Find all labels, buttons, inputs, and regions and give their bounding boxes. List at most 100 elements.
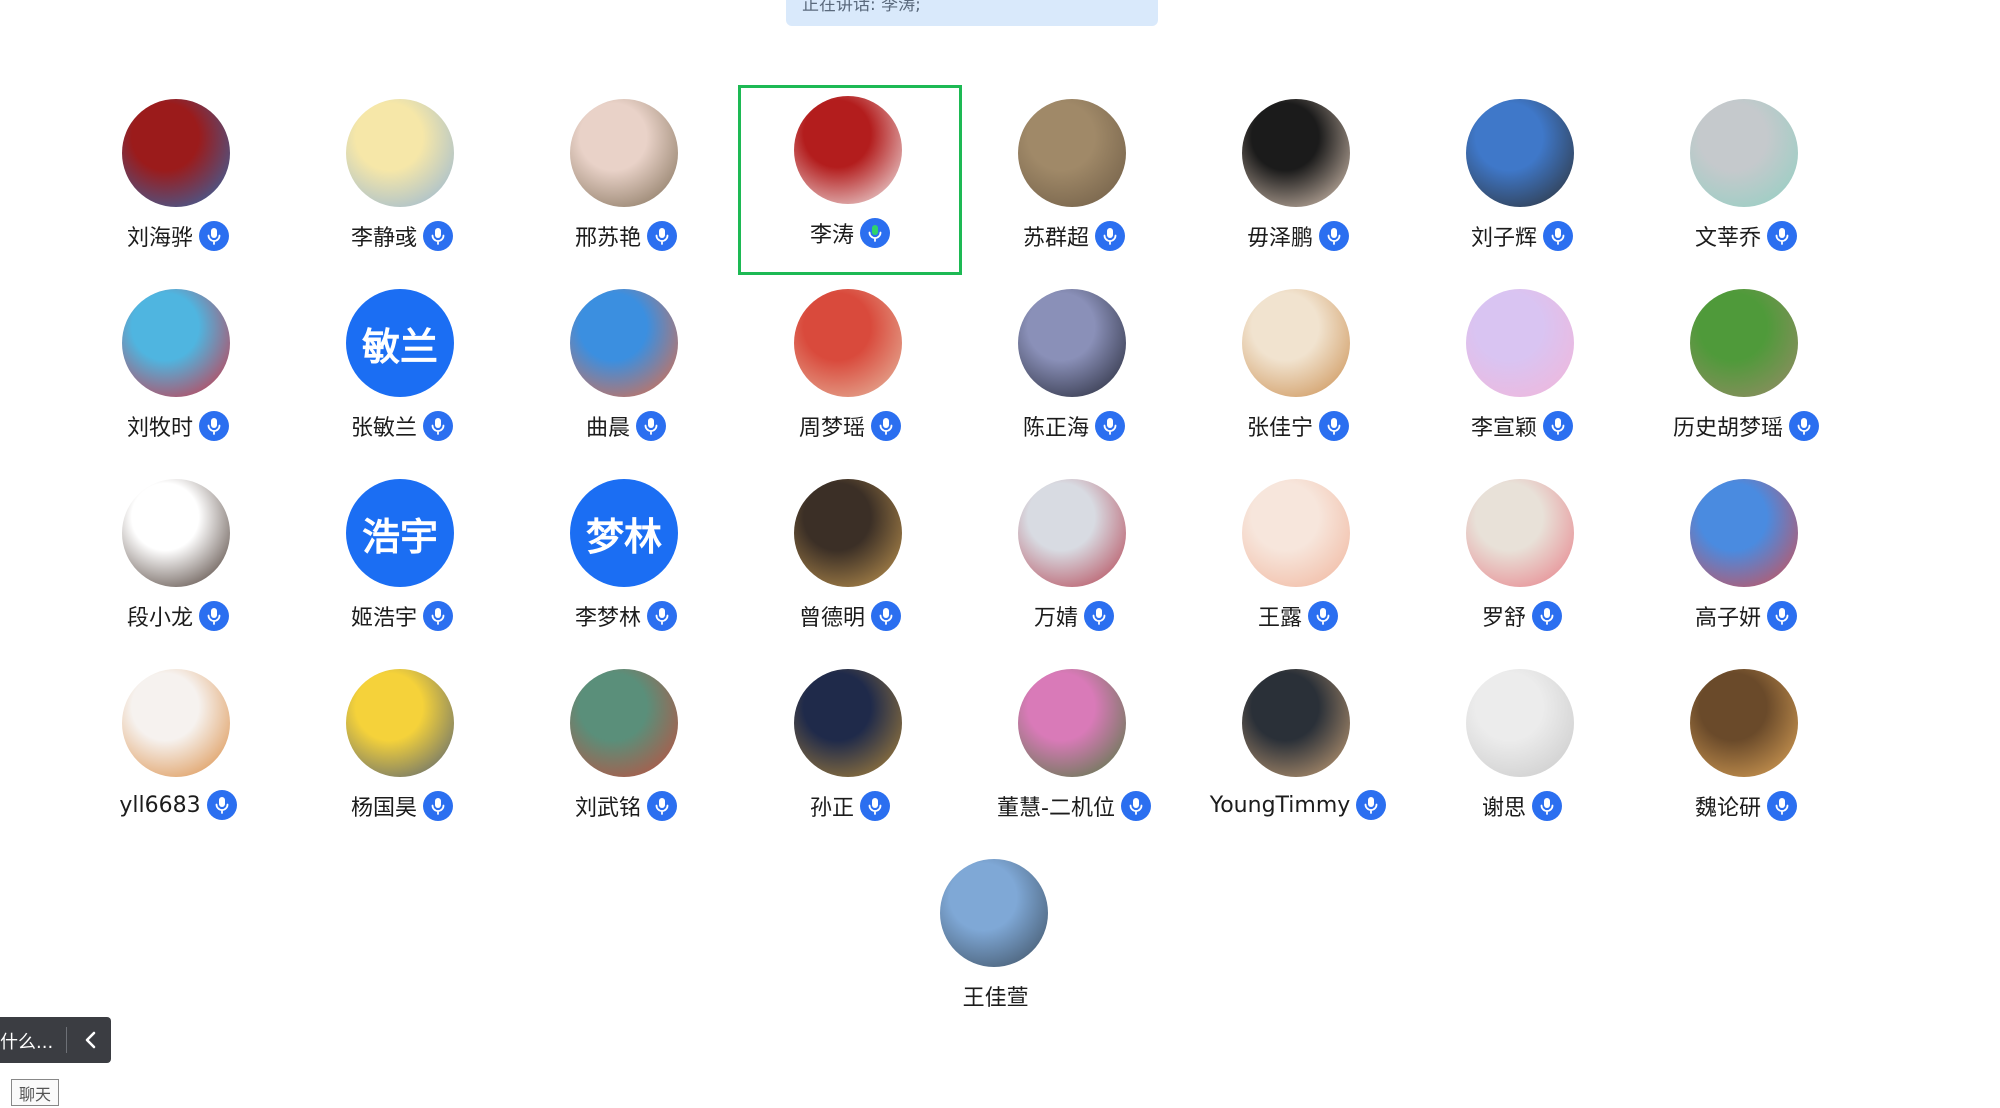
mic-icon[interactable] xyxy=(423,411,453,441)
participant-tile[interactable]: 刘海骅 xyxy=(66,88,290,278)
participant-name: 高子妍 xyxy=(1694,606,1761,631)
participant-tile[interactable]: 李宣颖 xyxy=(1410,278,1634,468)
participant-name-row: 魏论研 xyxy=(1634,790,1858,822)
mic-icon[interactable] xyxy=(647,791,677,821)
mic-icon[interactable] xyxy=(1532,791,1562,821)
participant-tile[interactable]: 邢苏艳 xyxy=(514,88,738,278)
participant-name: 邢苏艳 xyxy=(574,226,641,251)
participant-name-row: 张敏兰 xyxy=(290,410,514,442)
participant-name: 孙正 xyxy=(809,796,854,821)
mic-icon[interactable] xyxy=(1543,411,1573,441)
participant-tile[interactable]: 董慧-二机位 xyxy=(962,658,1186,848)
participant-tile[interactable]: 敏兰 张敏兰 xyxy=(290,278,514,468)
participant-tile[interactable]: 周梦瑶 xyxy=(738,278,962,468)
mic-icon[interactable] xyxy=(871,601,901,631)
avatar xyxy=(570,99,678,207)
mic-icon[interactable] xyxy=(199,411,229,441)
mic-icon[interactable] xyxy=(647,221,677,251)
mic-icon[interactable] xyxy=(1767,601,1797,631)
mic-icon[interactable] xyxy=(860,791,890,821)
participant-tile[interactable]: 杨国昊 xyxy=(290,658,514,848)
participant-name: 周梦瑶 xyxy=(798,416,865,441)
avatar xyxy=(1690,669,1798,777)
participant-tile[interactable]: 曾德明 xyxy=(738,468,962,658)
participant-tile[interactable]: 梦林 李梦林 xyxy=(514,468,738,658)
avatar xyxy=(570,289,678,397)
participant-tile[interactable]: 谢思 xyxy=(1410,658,1634,848)
mic-icon[interactable] xyxy=(871,411,901,441)
participant-tile[interactable]: 段小龙 xyxy=(66,468,290,658)
participant-tile[interactable]: yll6683 xyxy=(66,658,290,848)
participant-name: 刘武铭 xyxy=(574,796,641,821)
participant-tile[interactable]: YoungTimmy xyxy=(1186,658,1410,848)
mic-icon[interactable] xyxy=(1543,221,1573,251)
mic-icon[interactable] xyxy=(647,601,677,631)
participant-tile[interactable]: 文莘乔 xyxy=(1634,88,1858,278)
avatar xyxy=(1690,289,1798,397)
participant-name-row: YoungTimmy xyxy=(1186,790,1410,820)
participant-name: 曲晨 xyxy=(585,416,630,441)
mic-icon[interactable] xyxy=(423,791,453,821)
participant-name-row: 高子妍 xyxy=(1634,600,1858,632)
participant-name-row: 周梦瑶 xyxy=(738,410,962,442)
mic-icon[interactable] xyxy=(1308,601,1338,631)
mic-icon[interactable] xyxy=(1095,411,1125,441)
bottom-toolbar[interactable]: 什么... xyxy=(0,1017,111,1063)
participant-tile[interactable]: 李静彧 xyxy=(290,88,514,278)
participant-tile[interactable]: 毋泽鹏 xyxy=(1186,88,1410,278)
participant-tile[interactable]: 苏群超 xyxy=(962,88,1186,278)
participant-name-row: 王佳萱 xyxy=(884,980,1108,1012)
participant-tile[interactable]: 历史胡梦瑶 xyxy=(1634,278,1858,468)
avatar-initials: 浩宇 xyxy=(361,514,438,559)
participant-name: 王佳萱 xyxy=(962,986,1029,1011)
participant-tile[interactable]: 李涛 xyxy=(738,85,962,275)
participant-tile[interactable]: 刘牧时 xyxy=(66,278,290,468)
participant-tile[interactable]: 魏论研 xyxy=(1634,658,1858,848)
mic-icon[interactable] xyxy=(1095,221,1125,251)
participant-name-row: 李静彧 xyxy=(290,220,514,252)
mic-icon[interactable] xyxy=(1319,411,1349,441)
participant-name-row: 刘牧时 xyxy=(66,410,290,442)
participant-tile[interactable]: 曲晨 xyxy=(514,278,738,468)
mic-icon[interactable] xyxy=(1084,601,1114,631)
mic-icon[interactable] xyxy=(1767,221,1797,251)
avatar xyxy=(1466,99,1574,207)
participant-name: 姬浩宇 xyxy=(350,606,417,631)
mic-icon[interactable] xyxy=(1767,791,1797,821)
mic-icon[interactable] xyxy=(1789,411,1819,441)
participant-name-row: 杨国昊 xyxy=(290,790,514,822)
chat-tab[interactable]: 聊天 xyxy=(11,1079,59,1106)
avatar xyxy=(794,669,902,777)
participant-tile[interactable]: 浩宇姬浩宇 xyxy=(290,468,514,658)
mic-icon[interactable] xyxy=(1319,221,1349,251)
mic-icon[interactable] xyxy=(1120,791,1151,821)
participant-tile[interactable]: 王佳萱 xyxy=(884,848,1108,1038)
participant-tile[interactable]: 张佳宁 xyxy=(1186,278,1410,468)
mic-icon[interactable] xyxy=(423,221,453,251)
mic-icon[interactable] xyxy=(1532,601,1562,631)
avatar xyxy=(122,99,230,207)
chevron-left-icon[interactable] xyxy=(78,1027,104,1053)
avatar: 敏兰 xyxy=(346,289,454,397)
mic-icon[interactable] xyxy=(1356,790,1387,820)
participant-tile[interactable]: 刘子辉 xyxy=(1410,88,1634,278)
participant-tile[interactable]: 孙正 xyxy=(738,658,962,848)
mic-icon[interactable] xyxy=(636,411,666,441)
mic-icon[interactable] xyxy=(199,601,229,631)
mic-icon[interactable] xyxy=(206,790,237,820)
participant-tile[interactable]: 高子妍 xyxy=(1634,468,1858,658)
mic-speaking-icon[interactable] xyxy=(860,218,890,248)
participant-name: 万婧 xyxy=(1033,606,1078,631)
participant-name: 李静彧 xyxy=(350,226,417,251)
participant-name: 刘牧时 xyxy=(126,416,193,441)
participant-name: 董慧-二机位 xyxy=(997,796,1115,821)
participant-tile[interactable]: 罗舒 xyxy=(1410,468,1634,658)
avatar xyxy=(1242,99,1350,207)
participant-tile[interactable]: 王露 xyxy=(1186,468,1410,658)
mic-icon[interactable] xyxy=(423,601,453,631)
mic-icon[interactable] xyxy=(199,221,229,251)
avatar xyxy=(1466,669,1574,777)
participant-tile[interactable]: 万婧 xyxy=(962,468,1186,658)
participant-tile[interactable]: 刘武铭 xyxy=(514,658,738,848)
participant-tile[interactable]: 陈正海 xyxy=(962,278,1186,468)
